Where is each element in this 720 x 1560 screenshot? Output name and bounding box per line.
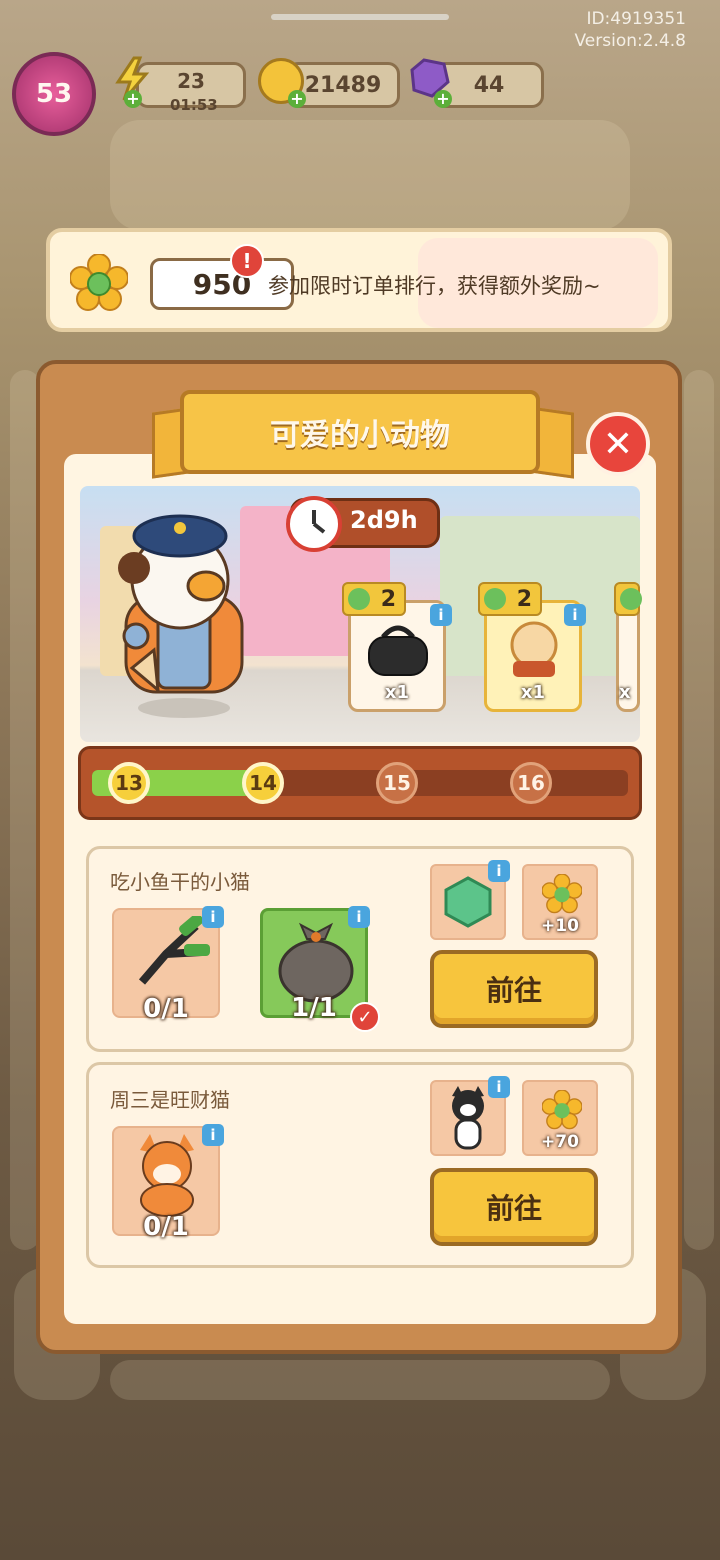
timer-text: 2d9h (350, 506, 418, 534)
add-gems-button[interactable]: + (434, 90, 452, 108)
progress-node-label: 13 (115, 771, 143, 795)
black-bag-icon (368, 625, 428, 676)
green-gem-icon (444, 876, 492, 928)
add-coins-button[interactable]: + (288, 90, 306, 108)
info-icon[interactable]: i (488, 1076, 510, 1098)
checkmark-icon: ✓ (350, 1002, 380, 1032)
reward-badge-value: 2 (516, 586, 532, 612)
progress-node: 15 (376, 762, 418, 804)
progress-node: 13 (108, 762, 150, 804)
progress-node: 14 (242, 762, 284, 804)
go-button[interactable]: 前往 (430, 950, 598, 1028)
go-button[interactable]: 前往 (430, 1168, 598, 1246)
gem-value: 44 (473, 72, 505, 98)
close-icon: ✕ (602, 423, 634, 465)
drag-handle[interactable] (271, 14, 449, 20)
version-label: Version:2.4.8 (574, 31, 687, 51)
clover-icon (348, 588, 370, 610)
reward-badge-value: 2 (380, 586, 396, 612)
progress-node-label: 14 (249, 771, 277, 795)
energy-timer: 01:53 (170, 96, 218, 114)
reward-quantity: x1 (520, 682, 546, 703)
progress-node-label: 16 (517, 771, 545, 795)
progress-node: 16 (510, 762, 552, 804)
reward-level-badge: 2 (342, 582, 406, 616)
task-title: 吃小鱼干的小猫 (110, 870, 250, 894)
panel-title: 可爱的小动物 (180, 390, 540, 474)
reward-quantity: x (619, 682, 631, 703)
level-value: 53 (35, 79, 73, 109)
fish-bag-icon (278, 922, 354, 1003)
alert-icon: ! (230, 244, 264, 278)
background-decoration (684, 370, 714, 1250)
clover-icon (484, 588, 506, 610)
flower-icon (69, 253, 129, 312)
reward-amount: +10 (541, 916, 579, 936)
coin-value: 21489 (304, 72, 382, 98)
black-cat-icon (452, 1086, 484, 1150)
item-progress: 0/1 (143, 1212, 189, 1242)
reward-level-badge: 2 (478, 582, 542, 616)
info-icon[interactable]: i (430, 604, 452, 626)
player-id: ID:4919351 (586, 9, 686, 29)
reward-amount: +70 (541, 1132, 579, 1152)
reward-quantity: x1 (384, 682, 410, 703)
clover-icon (620, 588, 642, 610)
reward-card-partial[interactable]: x (616, 600, 640, 712)
task-reward[interactable]: +70 (522, 1080, 598, 1156)
reward-level-badge (614, 582, 642, 616)
info-icon[interactable]: i (202, 906, 224, 928)
task-title: 周三是旺财猫 (110, 1088, 230, 1112)
duck-character (114, 500, 254, 720)
pliers-icon (138, 916, 210, 985)
info-icon[interactable]: i (488, 860, 510, 882)
task-reward[interactable]: +10 (522, 864, 598, 940)
ranking-banner[interactable]: 950 ! 参加限时订单排行，获得额外奖励~ (46, 228, 672, 332)
info-icon[interactable]: i (564, 604, 586, 626)
info-icon[interactable]: i (202, 1124, 224, 1146)
progress-node-label: 15 (383, 771, 411, 795)
clock-icon (286, 496, 342, 552)
flower-icon (542, 874, 582, 914)
snow-globe-icon (510, 621, 558, 677)
flower-icon (542, 1090, 582, 1130)
add-energy-button[interactable]: + (124, 90, 142, 108)
energy-value: 23 (177, 69, 205, 93)
level-badge[interactable]: 53 (12, 52, 96, 136)
shiba-dog-icon (140, 1134, 194, 1217)
version-info: ID:4919351 Version:2.4.8 (575, 8, 687, 52)
background-decoration (110, 1360, 610, 1400)
info-icon[interactable]: i (348, 906, 370, 928)
banner-text: 参加限时订单排行，获得额外奖励~ (268, 274, 601, 298)
close-button[interactable]: ✕ (586, 412, 650, 476)
background-decoration (110, 120, 630, 230)
item-progress: 0/1 (143, 994, 189, 1024)
